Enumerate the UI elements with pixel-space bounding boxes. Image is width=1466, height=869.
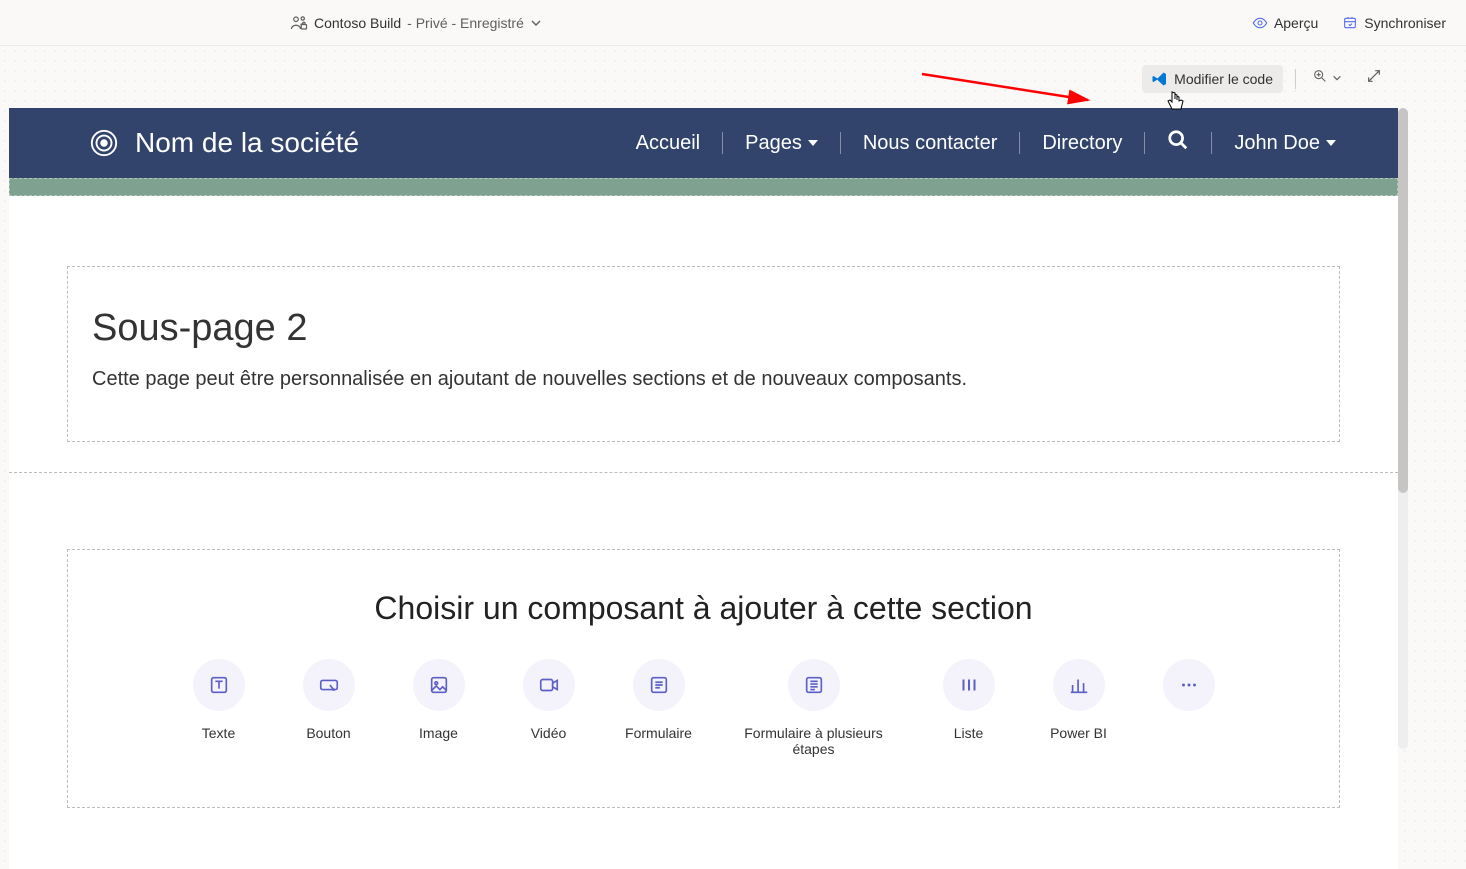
site-logo[interactable]: Nom de la société	[89, 127, 359, 159]
component-label: Power BI	[1050, 725, 1107, 741]
sync-icon	[1342, 15, 1358, 31]
component-powerbi[interactable]: Power BI	[1034, 659, 1124, 757]
nav-contact[interactable]: Nous contacter	[841, 132, 1020, 155]
video-icon	[523, 659, 575, 711]
component-multistep-form[interactable]: Formulaire à plusieurs étapes	[724, 659, 904, 757]
button-icon	[303, 659, 355, 711]
site-navbar: Nom de la société Accueil Pages Nous con…	[9, 108, 1398, 178]
company-name: Nom de la société	[135, 127, 359, 159]
nav-contact-label: Nous contacter	[863, 132, 998, 155]
component-label: Image	[419, 725, 458, 741]
image-icon	[413, 659, 465, 711]
nav-home[interactable]: Accueil	[614, 132, 722, 155]
logo-spiral-icon	[89, 128, 119, 158]
workspace-name: Contoso Build	[314, 15, 401, 31]
workspace-title[interactable]: Contoso Build - Privé - Enregistré	[290, 14, 542, 32]
form-icon	[633, 659, 685, 711]
search-icon	[1167, 129, 1189, 157]
people-lock-icon	[290, 14, 308, 32]
content-section-2[interactable]: Choisir un composant à ajouter à cette s…	[9, 473, 1398, 848]
component-label: Formulaire	[625, 725, 692, 741]
component-button[interactable]: Bouton	[284, 659, 374, 757]
component-list[interactable]: Liste	[924, 659, 1014, 757]
list-icon	[943, 659, 995, 711]
app-top-toolbar: Contoso Build - Privé - Enregistré Aperç…	[0, 0, 1466, 46]
preview-button[interactable]: Aperçu	[1252, 15, 1318, 31]
content-block[interactable]: Sous-page 2 Cette page peut être personn…	[67, 266, 1340, 442]
text-icon	[193, 659, 245, 711]
more-icon	[1163, 659, 1215, 711]
caret-down-icon	[808, 140, 818, 146]
nav-pages-label: Pages	[745, 132, 802, 155]
edit-code-button[interactable]: Modifier le code	[1142, 65, 1283, 93]
nav-directory[interactable]: Directory	[1020, 132, 1144, 155]
nav-home-label: Accueil	[636, 132, 700, 155]
component-image[interactable]: Image	[394, 659, 484, 757]
multistep-form-icon	[788, 659, 840, 711]
sync-button[interactable]: Synchroniser	[1342, 15, 1446, 31]
component-label	[1187, 725, 1191, 741]
section-drop-zone[interactable]	[9, 178, 1398, 196]
vertical-scrollbar[interactable]	[1398, 108, 1408, 749]
design-canvas: Modifier le code	[0, 46, 1466, 869]
workspace-status: - Privé - Enregistré	[407, 15, 524, 31]
floating-editor-toolbar: Modifier le code	[1142, 64, 1386, 93]
nav-search[interactable]	[1145, 129, 1211, 157]
component-label: Formulaire à plusieurs étapes	[724, 725, 904, 757]
sync-label: Synchroniser	[1364, 15, 1446, 31]
page-title: Sous-page 2	[92, 307, 1315, 350]
nav-user[interactable]: John Doe	[1212, 132, 1358, 155]
chart-icon	[1053, 659, 1105, 711]
zoom-button[interactable]	[1308, 64, 1346, 93]
component-label: Liste	[954, 725, 984, 741]
eye-icon	[1252, 15, 1268, 31]
site-preview-frame: Nom de la société Accueil Pages Nous con…	[9, 108, 1398, 869]
nav-pages[interactable]: Pages	[723, 132, 840, 155]
site-nav-items: Accueil Pages Nous contacter Directory	[614, 129, 1358, 157]
edit-code-label: Modifier le code	[1174, 71, 1273, 87]
component-label: Bouton	[306, 725, 350, 741]
component-form[interactable]: Formulaire	[614, 659, 704, 757]
scrollbar-thumb[interactable]	[1398, 108, 1408, 493]
component-more[interactable]	[1144, 659, 1234, 757]
component-label: Texte	[202, 725, 235, 741]
component-picker: Choisir un composant à ajouter à cette s…	[67, 549, 1340, 808]
chevron-down-icon	[1332, 70, 1342, 88]
component-label: Vidéo	[531, 725, 567, 741]
chevron-down-icon[interactable]	[530, 17, 542, 29]
component-text[interactable]: Texte	[174, 659, 264, 757]
component-video[interactable]: Vidéo	[504, 659, 594, 757]
annotation-arrow-icon	[920, 70, 1100, 110]
component-picker-heading: Choisir un composant à ajouter à cette s…	[92, 590, 1315, 627]
zoom-in-icon	[1312, 68, 1328, 89]
nav-directory-label: Directory	[1042, 132, 1122, 155]
caret-down-icon	[1326, 140, 1336, 146]
separator	[1295, 69, 1296, 89]
expand-button[interactable]	[1362, 64, 1386, 93]
expand-icon	[1366, 68, 1382, 89]
site-content: Sous-page 2 Cette page peut être personn…	[9, 196, 1398, 869]
vscode-icon	[1152, 71, 1168, 87]
preview-label: Aperçu	[1274, 15, 1318, 31]
nav-user-label: John Doe	[1234, 132, 1320, 155]
content-section-1[interactable]: Sous-page 2 Cette page peut être personn…	[9, 196, 1398, 472]
page-description: Cette page peut être personnalisée en aj…	[92, 368, 1315, 391]
component-row: Texte Bouton	[92, 659, 1315, 757]
